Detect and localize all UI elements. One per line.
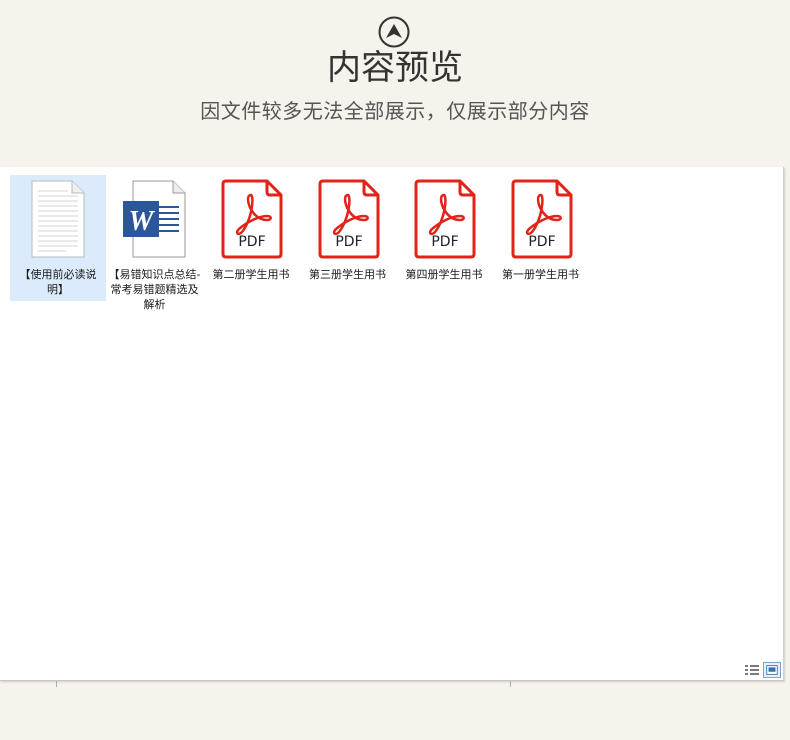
file-item-book-4[interactable]: PDF 第四册学生用书 bbox=[396, 175, 492, 297]
file-label: 【使用前必读说明】 bbox=[19, 268, 97, 296]
pdf-icon: PDF bbox=[221, 179, 283, 259]
status-bar-divider bbox=[510, 681, 511, 687]
file-label: 第一册学生用书 bbox=[502, 268, 579, 281]
svg-text:W: W bbox=[128, 206, 155, 237]
file-label: 【易错知识点总结-常考易错题精选及解析 bbox=[108, 268, 201, 311]
pdf-icon-text: PDF bbox=[431, 234, 458, 250]
file-item-usage-notes[interactable]: 【使用前必读说明】 bbox=[10, 175, 106, 301]
word-document-icon: W bbox=[122, 180, 185, 258]
preview-header: 内容预览 因文件较多无法全部展示，仅展示部分内容 bbox=[0, 0, 790, 167]
pdf-icon-text: PDF bbox=[528, 234, 555, 250]
file-label: 第二册学生用书 bbox=[212, 268, 290, 281]
large-icons-view-icon[interactable] bbox=[763, 662, 781, 678]
text-document-icon bbox=[31, 180, 85, 258]
pdf-icon-text: PDF bbox=[238, 234, 265, 250]
pdf-icon: PDF bbox=[414, 179, 476, 259]
file-item-error-summary[interactable]: W 【易错知识点总结-常考易错题精选及解析 bbox=[107, 175, 203, 316]
status-bar-stub bbox=[12, 681, 57, 687]
pdf-icon-text: PDF bbox=[335, 234, 362, 250]
file-item-book-2[interactable]: PDF 第二册学生用书 bbox=[203, 175, 299, 297]
file-label: 第四册学生用书 bbox=[405, 268, 483, 281]
view-mode-toggle bbox=[741, 662, 781, 678]
page-title: 内容预览 bbox=[327, 48, 463, 88]
page: 内容预览 因文件较多无法全部展示，仅展示部分内容 【使用前必读说明】 W 【易错… bbox=[0, 0, 790, 740]
file-explorer-pane: 【使用前必读说明】 W 【易错知识点总结-常考易错题精选及解析 PDF 第二册学… bbox=[0, 167, 784, 681]
pdf-icon: PDF bbox=[511, 179, 572, 259]
file-item-book-1[interactable]: PDF 第一册学生用书 bbox=[493, 175, 589, 297]
file-label: 第三册学生用书 bbox=[309, 268, 386, 281]
file-item-book-3[interactable]: PDF 第三册学生用书 bbox=[300, 175, 396, 297]
page-subtitle: 因文件较多无法全部展示，仅展示部分内容 bbox=[200, 99, 590, 123]
pdf-icon: PDF bbox=[318, 179, 379, 259]
details-view-icon[interactable] bbox=[743, 662, 761, 678]
file-list: 【使用前必读说明】 W 【易错知识点总结-常考易错题精选及解析 PDF 第二册学… bbox=[10, 175, 589, 316]
chevron-up-circle-icon bbox=[378, 16, 410, 48]
